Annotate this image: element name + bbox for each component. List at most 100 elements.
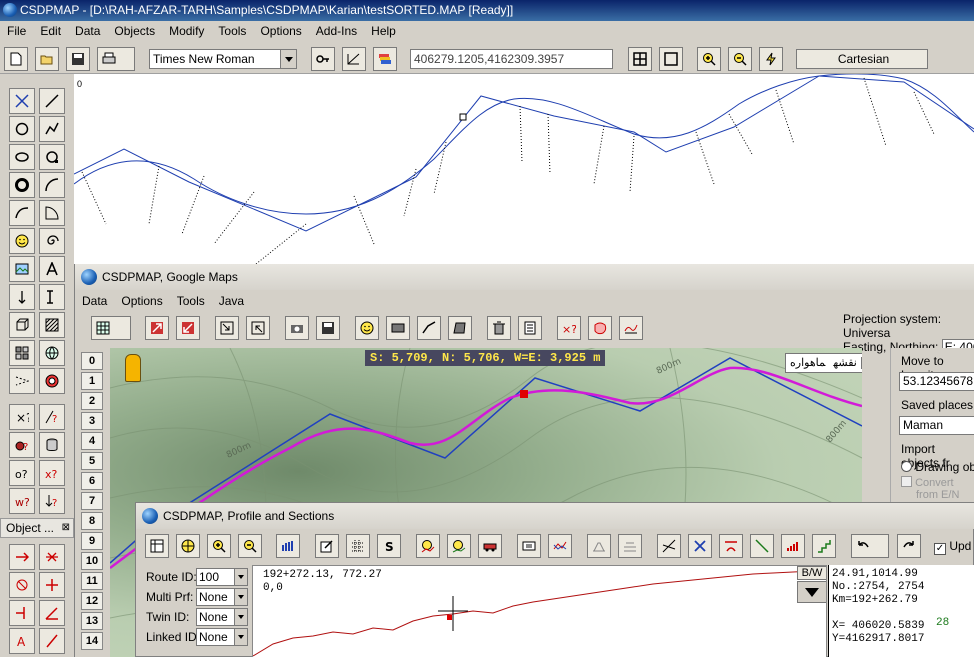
tool-globe[interactable] <box>39 340 65 366</box>
tool-snap-end[interactable] <box>9 600 35 626</box>
ps-zoom-in[interactable] <box>207 534 231 558</box>
gm-camera-button[interactable] <box>285 316 309 340</box>
new-file-button[interactable] <box>4 47 28 71</box>
row-number[interactable]: 3 <box>81 412 103 430</box>
tool-3d-box[interactable] <box>9 312 35 338</box>
gm-rectangle-button[interactable] <box>386 316 410 340</box>
ps-tool-chart[interactable] <box>548 534 572 558</box>
gm-import-button[interactable] <box>176 316 200 340</box>
tool-spiral[interactable] <box>39 228 65 254</box>
tool-snap-angle[interactable] <box>39 600 65 626</box>
gm-save-button[interactable] <box>316 316 340 340</box>
row-number[interactable]: 9 <box>81 532 103 550</box>
zoom-out-button[interactable] <box>728 47 752 71</box>
row-number[interactable]: 11 <box>81 572 103 590</box>
tool-query-delete[interactable]: x? <box>39 460 65 486</box>
ps-tool-zoom-profile[interactable] <box>447 534 471 558</box>
tool-query-w[interactable]: w? <box>9 488 35 514</box>
row-number[interactable]: 8 <box>81 512 103 530</box>
tool-ellipse[interactable] <box>9 144 35 170</box>
bw-button[interactable]: B/W <box>797 566 826 580</box>
menu-options[interactable]: Options <box>253 21 308 41</box>
tool-image[interactable] <box>9 256 35 282</box>
ps-tool-s[interactable]: S <box>377 534 401 558</box>
ps-tool-vehicle[interactable] <box>478 534 502 558</box>
tool-cross-x[interactable] <box>39 544 65 570</box>
tool-filled-circle[interactable] <box>9 172 35 198</box>
close-icon[interactable]: ⊠ <box>62 519 70 537</box>
tool-lifebuoy[interactable] <box>39 368 65 394</box>
gm-menu-options[interactable]: Options <box>114 291 169 311</box>
tool-arc[interactable] <box>39 172 65 198</box>
saved-places-select[interactable]: Maman <box>899 416 974 435</box>
measure-button[interactable] <box>342 47 366 71</box>
tool-query-db[interactable] <box>39 432 65 458</box>
map-canvas[interactable]: 0 <box>74 74 974 264</box>
tool-text-cursor[interactable] <box>39 284 65 310</box>
gm-menu-data[interactable]: Data <box>75 291 114 311</box>
row-number[interactable]: 10 <box>81 552 103 570</box>
gm-map-select-button[interactable] <box>91 316 131 340</box>
move-to-input[interactable]: 53.12345678 <box>899 372 974 391</box>
flash-button[interactable] <box>759 47 783 71</box>
save-button[interactable] <box>66 47 90 71</box>
profile-plot[interactable]: 192+272.13, 772.27 0,0 B/W <box>252 565 827 657</box>
layers-button[interactable] <box>373 47 397 71</box>
tool-snap-slash[interactable] <box>39 628 65 654</box>
print-button[interactable] <box>97 47 135 71</box>
tool-text[interactable] <box>39 256 65 282</box>
menu-edit[interactable]: Edit <box>33 21 68 41</box>
ps-tool-delete[interactable] <box>688 534 712 558</box>
ps-redo-button[interactable] <box>897 534 921 558</box>
object-panel-tab[interactable]: Object ... ⊠ <box>0 518 74 538</box>
ps-tool-section-a[interactable] <box>587 534 611 558</box>
ps-undo-button[interactable] <box>851 534 889 558</box>
ps-tool-section-b[interactable] <box>618 534 642 558</box>
menu-add-ins[interactable]: Add-Ins <box>309 21 364 41</box>
tool-line[interactable] <box>39 88 65 114</box>
tool-query-down[interactable]: ? <box>39 488 65 514</box>
row-number[interactable]: 4 <box>81 432 103 450</box>
ps-tool-sad[interactable] <box>719 534 743 558</box>
ps-tool-1[interactable] <box>145 534 169 558</box>
menu-help[interactable]: Help <box>364 21 403 41</box>
tool-polyline[interactable] <box>39 116 65 142</box>
ps-tool-slope[interactable] <box>657 534 681 558</box>
gm-profile-button[interactable] <box>619 316 643 340</box>
gm-list-button[interactable] <box>518 316 542 340</box>
ps-tool-grid[interactable] <box>346 534 370 558</box>
ps-tool-zoom-terrain[interactable] <box>416 534 440 558</box>
ps-tool-frame[interactable] <box>517 534 541 558</box>
tool-circle[interactable] <box>9 116 35 142</box>
tool-snap-text[interactable]: A <box>9 628 35 654</box>
ps-tool-signal[interactable] <box>781 534 805 558</box>
menu-data[interactable]: Data <box>68 21 107 41</box>
row-number[interactable]: 0 <box>81 352 103 370</box>
linked-id-select[interactable]: None <box>196 628 248 646</box>
twin-id-select[interactable]: None <box>196 608 248 626</box>
tool-dashed[interactable] <box>9 368 35 394</box>
key-button[interactable] <box>311 47 335 71</box>
ps-zoom-out[interactable] <box>238 534 262 558</box>
tool-plus[interactable] <box>39 572 65 598</box>
ps-tool-bars[interactable] <box>276 534 300 558</box>
tool-symbol[interactable] <box>9 228 35 254</box>
row-number[interactable]: 6 <box>81 472 103 490</box>
map-type-map[interactable]: نقشه <box>829 357 862 369</box>
gm-polyline-button[interactable] <box>417 316 441 340</box>
tool-query-line[interactable]: ? <box>39 404 65 430</box>
tool-query-circle[interactable]: ? <box>9 432 35 458</box>
gm-menu-tools[interactable]: Tools <box>170 291 212 311</box>
tool-circle-3p[interactable] <box>39 144 65 170</box>
ps-tool-edit[interactable] <box>315 534 339 558</box>
gm-expand-button[interactable] <box>246 316 270 340</box>
row-number[interactable]: 1 <box>81 372 103 390</box>
single-view-button[interactable] <box>659 47 683 71</box>
font-select[interactable]: Times New Roman <box>149 49 297 69</box>
menu-modify[interactable]: Modify <box>162 21 211 41</box>
row-number[interactable]: 13 <box>81 612 103 630</box>
tool-circle-cross[interactable] <box>9 572 35 598</box>
drawing-objects-radio[interactable]: Drawing obj <box>901 460 974 474</box>
tool-sector[interactable] <box>39 200 65 226</box>
gm-export-button[interactable] <box>145 316 169 340</box>
